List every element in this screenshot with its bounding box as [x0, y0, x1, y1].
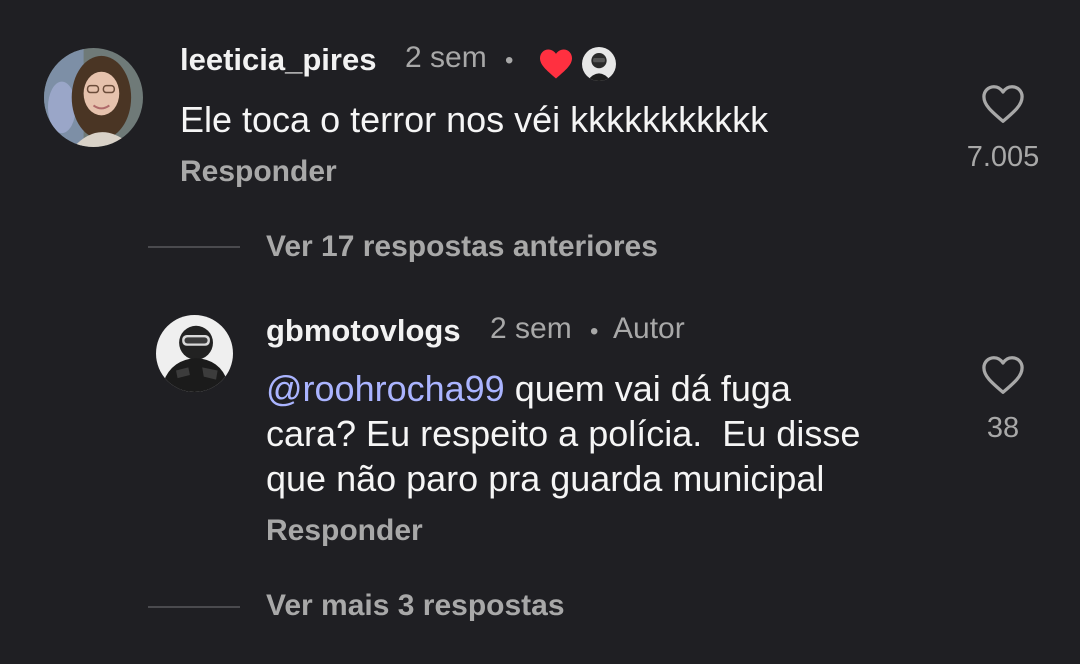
- reply-text-line: quem vai dá fuga: [504, 368, 791, 409]
- heart-outline-icon: [982, 356, 1024, 394]
- view-previous-replies-button[interactable]: Ver 17 respostas anteriores: [266, 230, 658, 264]
- mention-link[interactable]: @roohrocha99: [266, 368, 505, 409]
- avatar-gbmotovlogs[interactable]: [156, 315, 233, 392]
- meta-separator: •: [505, 47, 514, 74]
- comment-like-count: 7.005: [966, 141, 1040, 173]
- reply-text-line: cara? Eu respeito a polícia. Eu disse: [266, 413, 861, 454]
- reply-text-line: que não paro pra guarda municipal: [266, 458, 825, 499]
- comment-timestamp: 2 sem: [405, 41, 487, 74]
- creator-liked-heart-icon: [538, 48, 574, 80]
- avatar-leeticia[interactable]: [44, 48, 143, 147]
- author-badge: Autor: [613, 312, 685, 345]
- comment-reply-button[interactable]: Responder: [180, 155, 337, 189]
- meta-separator: •: [590, 318, 599, 345]
- user-avatar-photo: [156, 315, 233, 392]
- reply-username[interactable]: gbmotovlogs: [266, 313, 461, 349]
- creator-avatar-small: [582, 47, 616, 81]
- reply-reply-button[interactable]: Responder: [266, 514, 423, 548]
- reply-text: @roohrocha99 quem vai dá fuga cara? Eu r…: [266, 366, 956, 501]
- thread-divider-line: [148, 606, 240, 608]
- thread-divider-line: [148, 246, 240, 248]
- comment-username[interactable]: leeticia_pires: [180, 42, 376, 78]
- heart-outline-icon: [982, 85, 1024, 123]
- comment-text: Ele toca o terror nos véi kkkkkkkkkkk: [180, 99, 769, 140]
- user-avatar-photo: [44, 48, 143, 147]
- comment-like-button[interactable]: [981, 84, 1025, 124]
- reply-timestamp: 2 sem: [490, 312, 572, 345]
- view-more-replies-button[interactable]: Ver mais 3 respostas: [266, 589, 565, 623]
- reply-like-button[interactable]: [981, 355, 1025, 395]
- reply-like-count: 38: [986, 412, 1020, 444]
